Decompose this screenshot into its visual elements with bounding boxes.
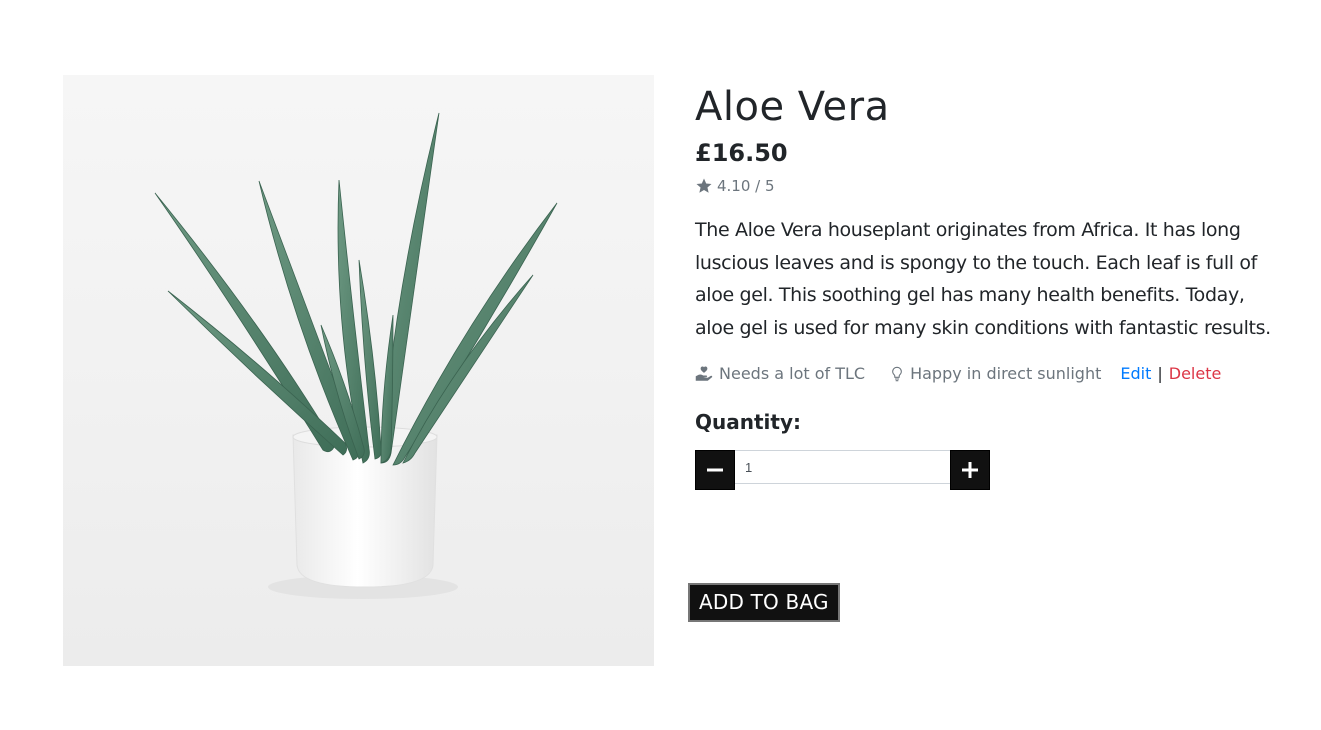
product-title: Aloe Vera [695, 84, 890, 130]
delete-link[interactable]: Delete [1169, 364, 1222, 384]
rating-value: 4.10 / 5 [717, 177, 775, 195]
hand-holding-heart-icon [695, 366, 713, 381]
product-rating: 4.10 / 5 [695, 176, 1285, 196]
aloe-vera-plant-icon [154, 112, 558, 599]
minus-icon [707, 468, 723, 472]
product-price: £16.50 [695, 139, 788, 167]
lightbulb-icon [892, 366, 902, 382]
edit-link[interactable]: Edit [1120, 364, 1151, 384]
light-requirement: Happy in direct sunlight [889, 364, 1101, 384]
quantity-input[interactable] [735, 450, 950, 484]
increment-button[interactable] [950, 450, 990, 490]
product-details: Aloe Vera £16.50 4.10 / 5 The Aloe Vera … [695, 82, 1285, 490]
star-icon [696, 178, 712, 193]
product-description: The Aloe Vera houseplant originates from… [695, 219, 1271, 339]
light-text: Happy in direct sunlight [910, 364, 1102, 383]
product-image [63, 75, 654, 666]
care-level: Needs a lot of TLC [695, 364, 865, 384]
care-text: Needs a lot of TLC [719, 364, 866, 383]
admin-links: Edit | Delete [1120, 364, 1221, 384]
quantity-stepper [695, 450, 1285, 490]
product-meta: Needs a lot of TLC Happy in direct sunli… [695, 364, 1285, 384]
add-to-bag-button[interactable]: ADD TO BAG [688, 583, 840, 622]
quantity-label: Quantity: [695, 410, 801, 434]
plus-icon [962, 462, 978, 478]
decrement-button[interactable] [695, 450, 735, 490]
link-separator: | [1157, 364, 1163, 383]
